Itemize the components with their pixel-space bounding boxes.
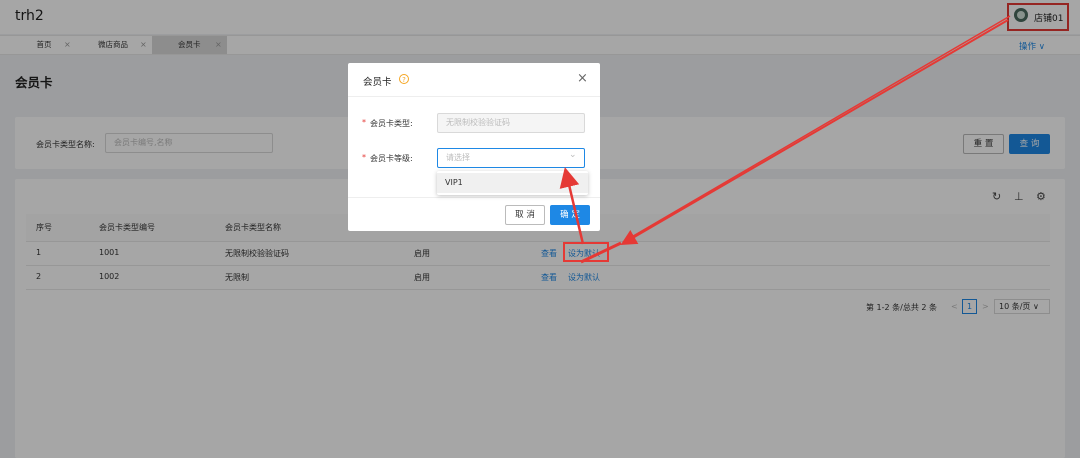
annotation-line (622, 15, 1011, 243)
annotation-arrow-up (559, 167, 585, 245)
annotation-arrow-main (620, 19, 1009, 246)
annotation-arrows (559, 15, 1011, 264)
annotation-arrow-head-line (580, 241, 622, 264)
